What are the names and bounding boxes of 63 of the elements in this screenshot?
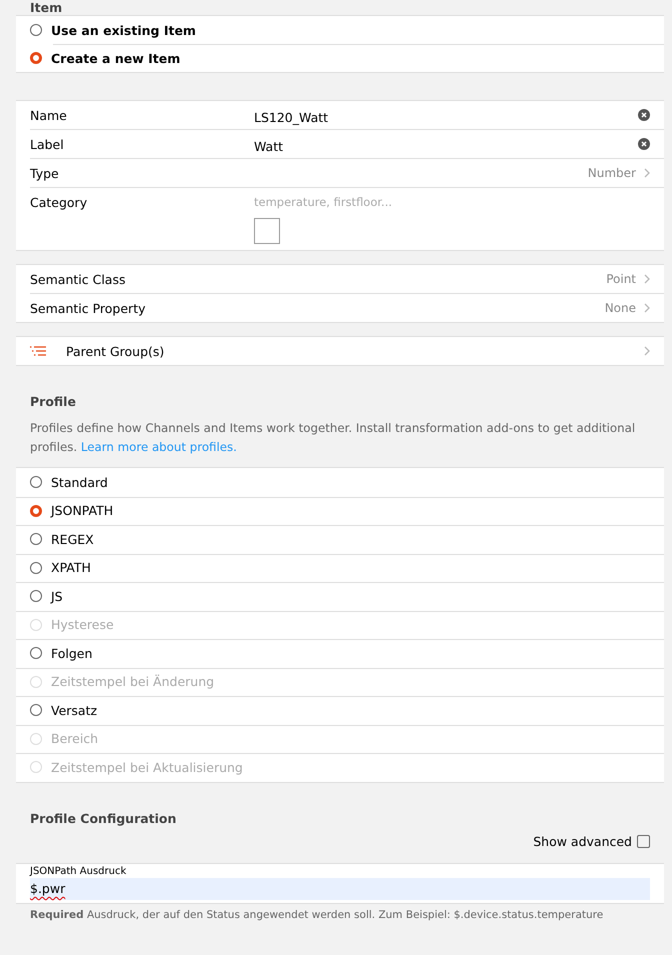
- option-label: Zeitstempel bei Änderung: [51, 674, 214, 690]
- section-title: Profile Configuration: [29, 810, 178, 826]
- option-label: REGEX: [51, 532, 94, 547]
- field-label: Semantic Class: [30, 272, 126, 286]
- input-field[interactable]: $.pwr: [30, 878, 650, 900]
- select-row[interactable]: Semantic Property None: [30, 293, 664, 322]
- input-field[interactable]: Watt: [254, 134, 638, 154]
- checkbox[interactable]: [637, 834, 650, 848]
- chevron-icon: [644, 346, 650, 356]
- option-label: Zeitstempel bei Aktualisierung: [51, 760, 243, 775]
- option-label: Use an existing Item: [51, 22, 196, 38]
- section-title: Item: [29, 0, 64, 15]
- radio-button[interactable]: [30, 647, 42, 660]
- select-value[interactable]: Number: [588, 166, 636, 180]
- radio-button[interactable]: [30, 704, 42, 716]
- field-label: Category: [30, 195, 88, 210]
- option-label: JSONPATH: [51, 503, 114, 518]
- input-field[interactable]: LS120_Watt: [254, 106, 638, 124]
- radio-button[interactable]: [30, 533, 42, 546]
- parent-groups-row[interactable]: Parent Group(s): [16, 337, 664, 365]
- clear-icon[interactable]: [638, 138, 650, 150]
- field-label: JSONPath Ausdruck: [30, 866, 128, 876]
- select-row[interactable]: Semantic Class Point: [16, 265, 664, 293]
- radio-option[interactable]: Create a new Item: [16, 44, 664, 72]
- option-label: Hysterese: [51, 617, 114, 632]
- option-label: Standard: [51, 474, 108, 490]
- select-value: None: [604, 301, 636, 315]
- option-label: XPATH: [51, 560, 91, 576]
- select-value: Point: [606, 272, 636, 286]
- chevron-icon: [644, 168, 650, 178]
- section-title: Profile: [29, 394, 77, 409]
- radio-option[interactable]: Folgen: [16, 639, 664, 668]
- radio-option[interactable]: Versatz: [16, 696, 664, 724]
- radio-option[interactable]: JSONPATH: [16, 496, 664, 525]
- field-label: Semantic Property: [30, 300, 146, 316]
- option-label: Folgen: [51, 646, 92, 661]
- radio-button[interactable]: [30, 24, 42, 36]
- option-label: Create a new Item: [51, 50, 180, 66]
- description-text: Profiles define how Channels and Items work together. Install transformation add-ons to get additional profiles. Learn more about profiles.: [30, 420, 636, 456]
- row-label: Parent Group(s): [66, 344, 164, 358]
- field-label: Type: [30, 166, 60, 180]
- chevron-icon: [644, 303, 650, 313]
- radio-option[interactable]: Standard: [16, 468, 664, 496]
- radio-button[interactable]: [30, 504, 42, 517]
- radio-button[interactable]: [30, 476, 42, 488]
- checkbox-label: Show advanced: [533, 834, 632, 848]
- radio-button[interactable]: [30, 590, 42, 602]
- radio-button[interactable]: [30, 562, 42, 574]
- clear-icon[interactable]: [638, 109, 650, 121]
- field-label: Label: [30, 136, 65, 152]
- radio-button[interactable]: [30, 52, 42, 64]
- icon-preview: [254, 218, 280, 244]
- radio-option[interactable]: Use an existing Item: [16, 16, 664, 44]
- field-label: Name: [30, 108, 68, 122]
- list-icon: [30, 346, 46, 356]
- radio-option[interactable]: JS: [16, 582, 664, 610]
- option-label: JS: [51, 588, 63, 604]
- hint-text: Required Ausdruck, der auf den Status angewendet werden soll. Zum Beispiel: $.device.status.temperature: [30, 908, 604, 920]
- option-label: Bereich: [51, 731, 98, 746]
- radio-option[interactable]: REGEX: [16, 525, 664, 554]
- radio-option[interactable]: XPATH: [16, 554, 664, 582]
- chevron-icon: [644, 274, 650, 284]
- option-label: Versatz: [51, 702, 98, 718]
